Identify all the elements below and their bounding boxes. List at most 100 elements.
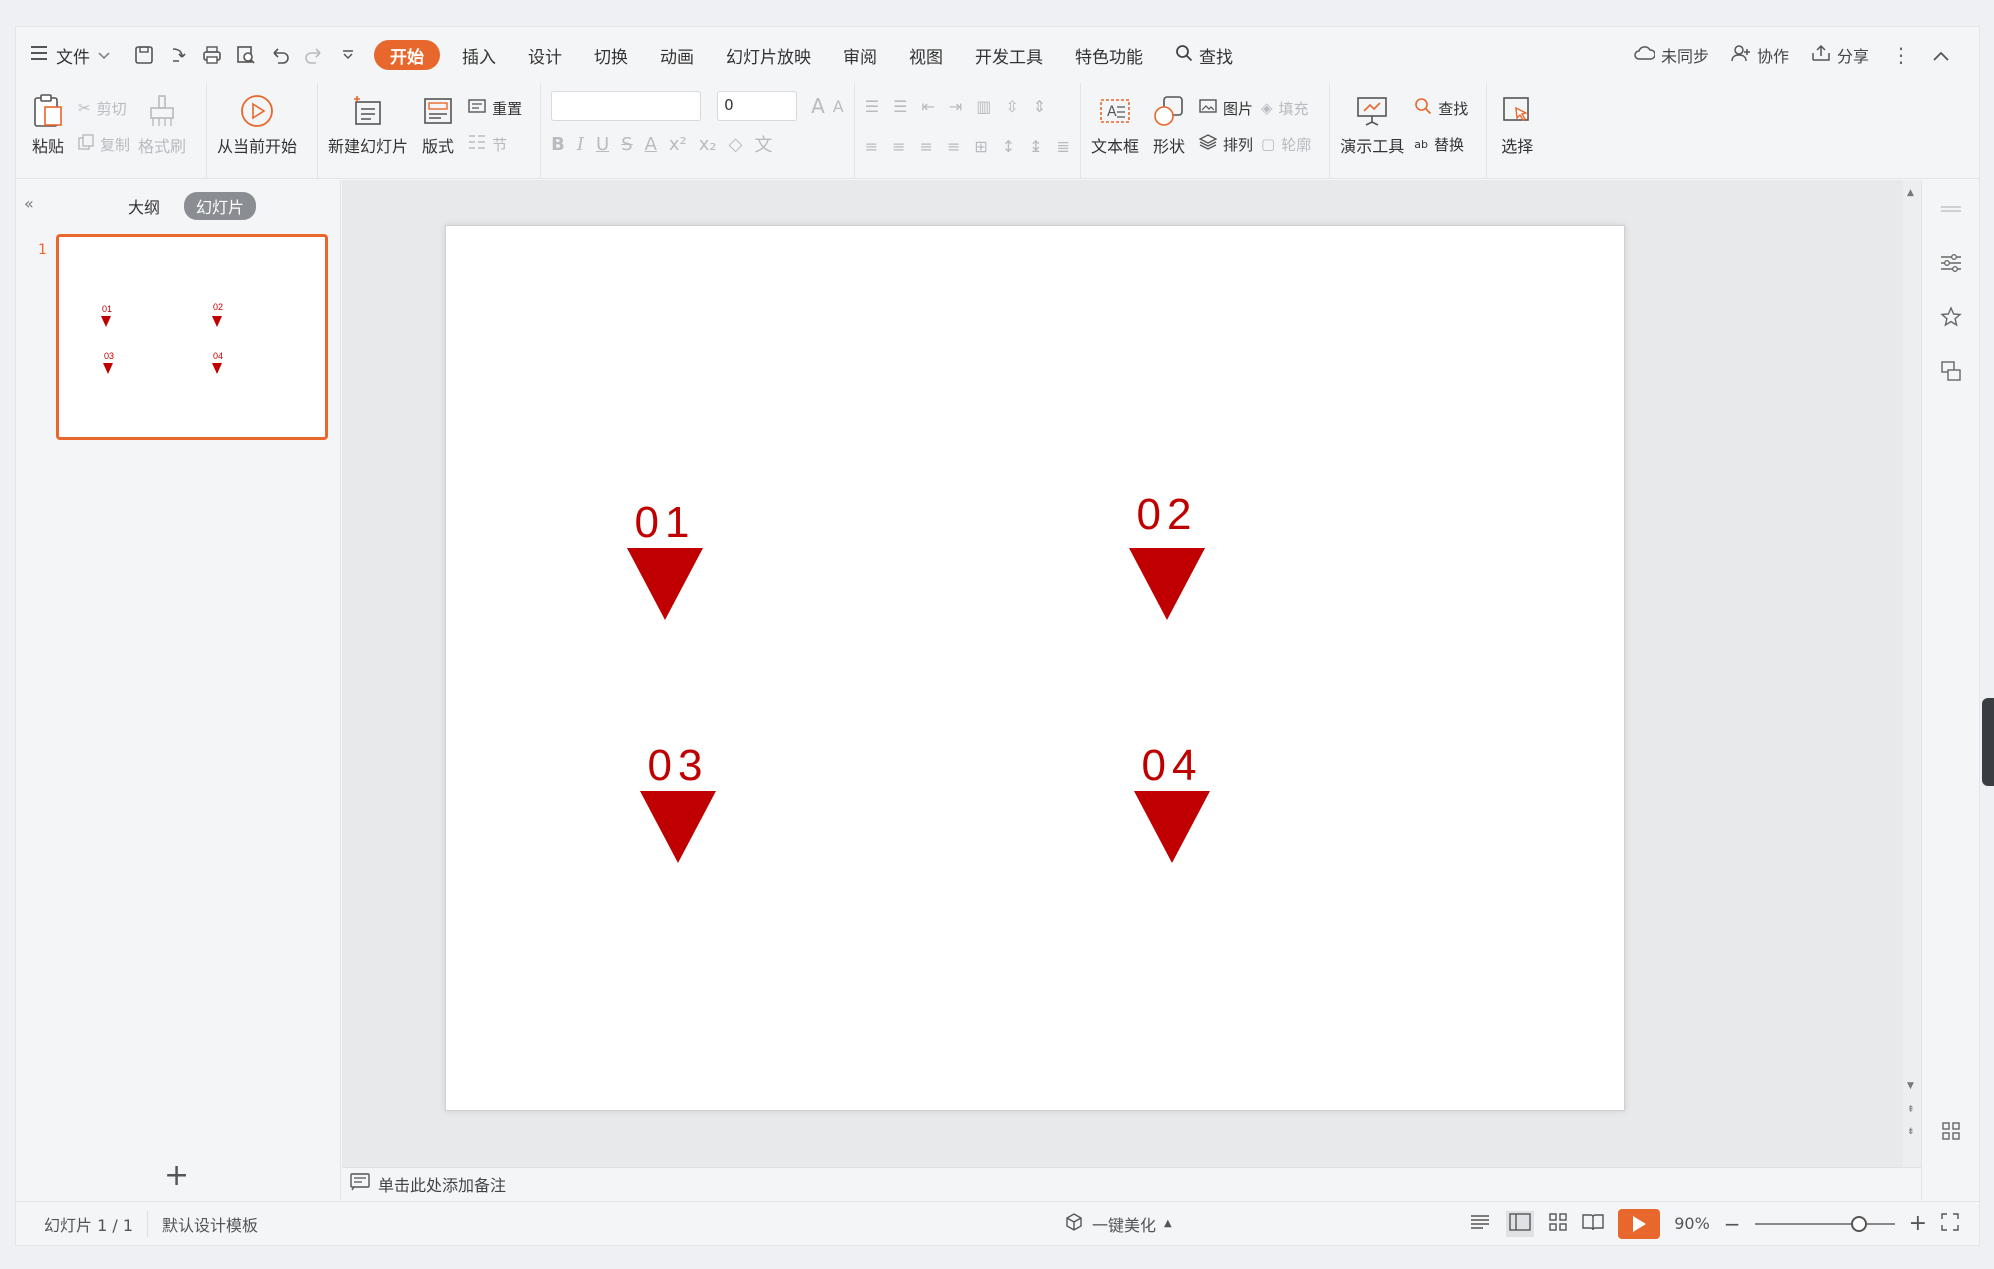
tab-slideshow[interactable]: 幻灯片放映	[710, 40, 827, 70]
collapse-panel-icon[interactable]: «	[24, 194, 34, 213]
paragraph-settings-icon[interactable]: ≣	[1057, 137, 1070, 156]
zoom-slider[interactable]	[1754, 1215, 1895, 1232]
slide-canvas[interactable]: 01 02 03 04	[445, 225, 1625, 1111]
tab-design[interactable]: 设计	[512, 40, 578, 70]
decrease-font-icon[interactable]: A	[833, 97, 844, 116]
tab-review[interactable]: 审阅	[827, 40, 893, 70]
reading-view-icon[interactable]	[1582, 1213, 1604, 1235]
play-slideshow-button[interactable]	[1618, 1208, 1661, 1239]
text-direction-icon[interactable]: ⇳	[1005, 97, 1018, 116]
tab-animation[interactable]: 动画	[644, 40, 710, 70]
outline-button[interactable]: ▢ 轮廓	[1261, 131, 1311, 157]
prev-slide-icon[interactable]: ⇞	[1907, 1105, 1915, 1115]
tab-outline[interactable]: 大纲	[116, 192, 172, 220]
cut-button[interactable]: ✂ 剪切	[78, 95, 130, 121]
increase-font-icon[interactable]: A	[811, 94, 825, 118]
char-spacing-icon[interactable]: 文	[754, 131, 772, 157]
align-text-icon[interactable]: ⇕	[1033, 97, 1046, 116]
tab-slides[interactable]: 幻灯片	[184, 192, 257, 220]
collapse-ribbon-icon[interactable]	[1933, 46, 1949, 65]
align-right-icon[interactable]: ≡	[920, 137, 933, 156]
paste-button[interactable]: 粘贴	[28, 91, 68, 157]
clear-format-icon[interactable]: ◇	[729, 134, 743, 155]
reset-button[interactable]: 重置	[468, 95, 522, 121]
copy-button[interactable]: 复制	[78, 131, 130, 157]
play-from-current-button[interactable]: 从当前开始	[217, 91, 297, 157]
marker-02[interactable]: 02	[1129, 492, 1205, 622]
new-slide-button[interactable]: 新建幻灯片	[328, 91, 408, 157]
align-left-icon[interactable]: ≡	[865, 137, 878, 156]
grid-apps-icon[interactable]	[1938, 1118, 1964, 1144]
marker-01[interactable]: 01	[627, 500, 703, 622]
tab-special-features[interactable]: 特色功能	[1059, 40, 1159, 70]
redo-icon[interactable]	[300, 41, 328, 69]
notes-toggle-icon[interactable]	[1470, 1214, 1492, 1234]
replace-button[interactable]: ab 替换	[1414, 131, 1468, 157]
layout-button[interactable]: 版式	[418, 91, 458, 157]
picture-button[interactable]: 图片	[1199, 95, 1253, 121]
zoom-level[interactable]: 90%	[1674, 1214, 1710, 1233]
share-button[interactable]: 分享	[1811, 43, 1869, 67]
zoom-slider-handle[interactable]	[1850, 1215, 1867, 1232]
font-color-icon[interactable]: A	[645, 134, 657, 155]
present-tools-button[interactable]: 演示工具	[1340, 91, 1404, 157]
tab-developer[interactable]: 开发工具	[959, 40, 1059, 70]
tab-home[interactable]: 开始	[374, 40, 440, 70]
vertical-scrollbar[interactable]: ▲ ▼ ⇞ ⇟	[1903, 180, 1921, 1167]
tab-view[interactable]: 视图	[893, 40, 959, 70]
export-icon[interactable]	[164, 41, 192, 69]
font-size-select[interactable]: 0	[717, 91, 798, 121]
tab-insert[interactable]: 插入	[446, 40, 512, 70]
sliders-icon[interactable]	[1938, 250, 1964, 276]
line-spacing-icon[interactable]: ↕	[1002, 137, 1015, 156]
section-button[interactable]: 节	[468, 131, 522, 157]
paragraph-spacing-icon[interactable]: ↨	[1029, 137, 1042, 156]
shape-button[interactable]: 形状	[1149, 91, 1189, 157]
add-slide-button[interactable]: +	[164, 1158, 189, 1193]
find-button[interactable]: 查找	[1414, 95, 1468, 121]
fill-button[interactable]: ◈ 填充	[1261, 95, 1311, 121]
undo-icon[interactable]	[266, 41, 294, 69]
fit-window-icon[interactable]	[1941, 1212, 1959, 1235]
scroll-up-icon[interactable]: ▲	[1907, 188, 1914, 198]
animation-pane-icon[interactable]	[1938, 358, 1964, 384]
marker-04[interactable]: 04	[1134, 743, 1210, 865]
tab-search[interactable]: 查找	[1159, 40, 1249, 70]
select-button[interactable]: 选择	[1497, 91, 1537, 157]
textbox-button[interactable]: A 文本框	[1091, 91, 1139, 157]
align-center-icon[interactable]: ≡	[892, 137, 905, 156]
zoom-in-icon[interactable]: +	[1909, 1211, 1927, 1236]
next-slide-icon[interactable]: ⇟	[1907, 1127, 1915, 1137]
format-painter-button[interactable]: 格式刷	[138, 91, 186, 157]
design-template-name[interactable]: 默认设计模板	[148, 1211, 272, 1237]
print-icon[interactable]	[198, 41, 226, 69]
underline-icon[interactable]: U	[596, 134, 609, 155]
font-family-select[interactable]	[551, 91, 702, 121]
numbering-icon[interactable]: ☰	[893, 97, 907, 116]
drag-handle-icon[interactable]	[1938, 196, 1964, 222]
file-menu[interactable]: 文件	[30, 37, 110, 73]
justify-icon[interactable]: ≡	[947, 137, 960, 156]
italic-icon[interactable]: I	[577, 134, 584, 155]
columns-icon[interactable]: ▥	[976, 97, 991, 116]
normal-view-icon[interactable]	[1506, 1210, 1535, 1237]
collaborate-button[interactable]: 协作	[1731, 43, 1789, 67]
decrease-indent-icon[interactable]: ⇤	[921, 97, 934, 116]
save-icon[interactable]	[130, 41, 158, 69]
subscript-icon[interactable]: x₂	[699, 134, 717, 155]
distribute-icon[interactable]: ⊞	[974, 137, 987, 156]
arrange-button[interactable]: 排列	[1198, 131, 1253, 157]
print-preview-icon[interactable]	[232, 41, 260, 69]
notes-bar[interactable]: 单击此处添加备注	[342, 1167, 1921, 1200]
marker-03[interactable]: 03	[640, 743, 716, 865]
sync-status-button[interactable]: 未同步	[1633, 43, 1709, 67]
customize-toolbar-icon[interactable]	[334, 41, 362, 69]
star-icon[interactable]	[1938, 304, 1964, 330]
zoom-out-icon[interactable]: −	[1724, 1212, 1741, 1236]
beautify-button[interactable]: 一键美化 ▲	[1064, 1212, 1172, 1236]
strikethrough-icon[interactable]: S	[621, 134, 632, 155]
scroll-down-icon[interactable]: ▼	[1907, 1081, 1914, 1091]
side-assistant-tab[interactable]	[1982, 698, 1994, 786]
bold-icon[interactable]: B	[551, 134, 565, 155]
more-options-icon[interactable]: ⋮	[1891, 43, 1911, 67]
